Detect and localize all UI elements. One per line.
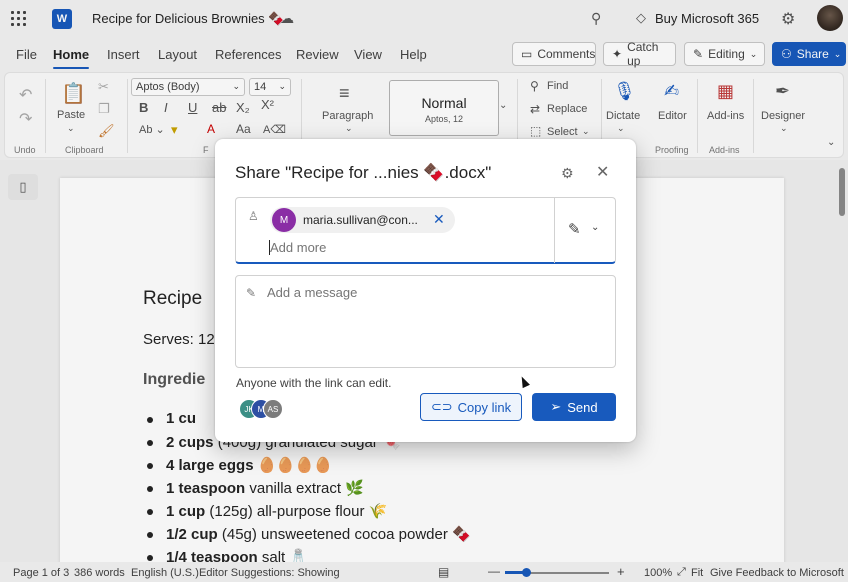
recipients-field[interactable]: ♙ M maria.sullivan@con... ✕ ✎ ⌄ bbox=[235, 197, 616, 264]
share-dialog: Share "Recipe for ...nies 🍫.docx" ⚙ ✕ ♙ … bbox=[215, 139, 636, 442]
message-field[interactable]: ✎ bbox=[235, 275, 616, 368]
send-icon: ➢ bbox=[550, 399, 562, 414]
recipient-chip[interactable]: M maria.sullivan@con... ✕ bbox=[270, 207, 455, 233]
message-icon: ✎ bbox=[246, 286, 257, 300]
link-icon: ⊂⊃ bbox=[430, 399, 453, 414]
send-button[interactable]: ➢ Send bbox=[532, 393, 616, 421]
divider bbox=[554, 198, 555, 263]
avatar: AS bbox=[263, 399, 283, 419]
person-icon: ♙ bbox=[248, 209, 259, 223]
add-more-input[interactable] bbox=[270, 240, 510, 255]
recipient-email: maria.sullivan@con... bbox=[303, 213, 418, 227]
message-input[interactable] bbox=[267, 285, 597, 300]
avatar: M bbox=[272, 208, 296, 232]
chevron-down-icon[interactable]: ⌄ bbox=[591, 222, 599, 233]
copy-link-button[interactable]: ⊂⊃ Copy link bbox=[420, 393, 522, 421]
close-icon[interactable]: ✕ bbox=[596, 162, 609, 182]
link-permission-text[interactable]: Anyone with the link can edit. bbox=[236, 376, 391, 390]
remove-recipient-icon[interactable]: ✕ bbox=[433, 211, 445, 228]
dialog-title: Share "Recipe for ...nies 🍫.docx" bbox=[235, 163, 492, 182]
pencil-icon[interactable]: ✎ bbox=[568, 220, 581, 238]
settings-gear-icon[interactable]: ⚙ bbox=[561, 165, 574, 182]
